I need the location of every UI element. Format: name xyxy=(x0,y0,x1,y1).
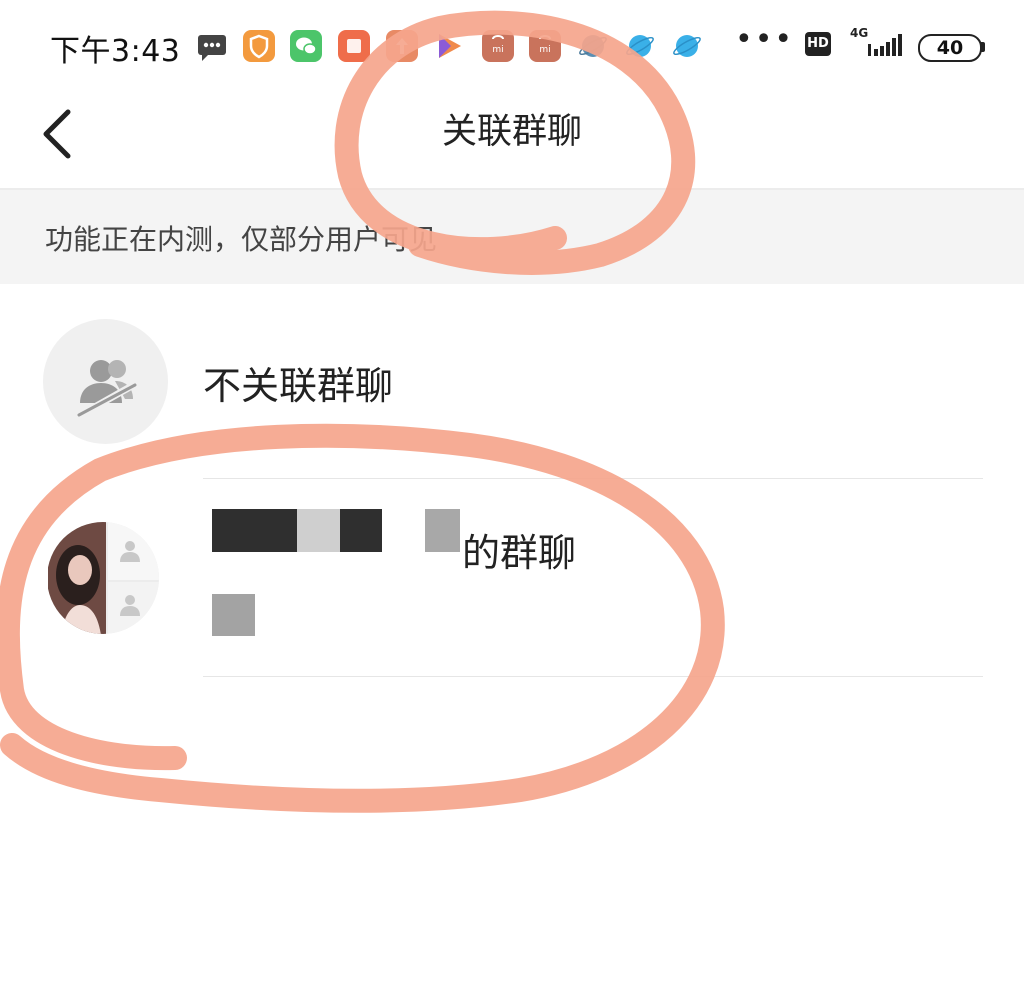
group-name-suffix: 的群聊 xyxy=(462,531,577,575)
group-avatar xyxy=(48,520,173,645)
shield-app-icon xyxy=(243,30,275,62)
message-icon xyxy=(196,30,228,62)
svg-text:mi: mi xyxy=(539,45,550,55)
redaction-block xyxy=(425,509,460,552)
wechat-app-icon xyxy=(290,30,322,62)
status-time: 下午3:43 xyxy=(50,34,181,69)
battery-tip xyxy=(981,42,985,52)
user-slash-icon xyxy=(43,319,168,444)
battery-indicator: 40 xyxy=(918,34,982,62)
list-item-label: 不关联群聊 xyxy=(203,364,394,408)
list-divider xyxy=(203,478,983,479)
overflow-dots-icon: ••• xyxy=(735,22,795,57)
upload-app-icon xyxy=(386,30,418,62)
list-divider xyxy=(203,676,983,677)
redaction-block xyxy=(212,594,255,636)
mi-store-app-icon: mi xyxy=(529,30,561,62)
redaction-block xyxy=(212,509,297,552)
signal-strength-icon xyxy=(868,34,902,56)
planet-app-icon xyxy=(671,30,703,62)
video-play-app-icon xyxy=(433,30,465,62)
orange-app-icon xyxy=(338,30,370,62)
planet-app-icon xyxy=(624,30,656,62)
planet-app-icon xyxy=(577,30,609,62)
page-title: 关联群聊 xyxy=(441,112,582,152)
beta-notice-text: 功能正在内测，仅部分用户可见 xyxy=(45,223,438,256)
redaction-block xyxy=(297,509,340,552)
hd-icon: HD xyxy=(805,32,831,56)
redaction-block xyxy=(340,509,382,552)
mi-store-app-icon: mi xyxy=(482,30,514,62)
svg-text:mi: mi xyxy=(492,45,503,55)
status-bar: 下午3:43 mi mi ••• HD 4G 40 xyxy=(0,0,1024,92)
